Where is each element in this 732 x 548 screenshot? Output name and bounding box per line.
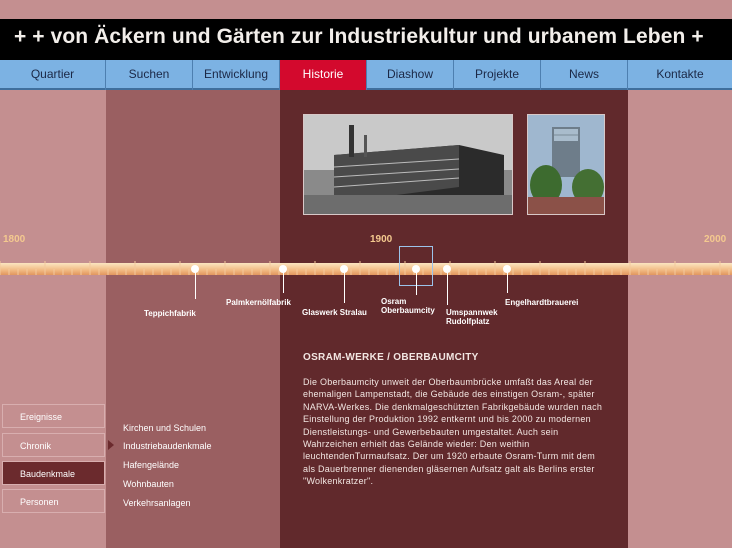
- event-label-glaswerk-stralau[interactable]: Glaswerk Stralau: [302, 308, 367, 317]
- left-menu-baudenkmale[interactable]: Baudenkmale: [2, 461, 105, 485]
- factory-photo: [303, 114, 513, 215]
- event-marker-palmkernoelfabrik[interactable]: [279, 265, 287, 273]
- tower-photo: [527, 114, 605, 215]
- article-heading: OSRAM-WERKE / OBERBAUMCITY: [303, 352, 479, 363]
- event-stem: [195, 269, 196, 299]
- event-marker-teppichfabrik[interactable]: [191, 265, 199, 273]
- event-marker-engelhardtbrauerei[interactable]: [503, 265, 511, 273]
- submenu-pointer-arrow: [108, 440, 114, 450]
- site-title: + + von Äckern und Gärten zur Industriek…: [14, 25, 704, 48]
- submenu-item-wohnbauten[interactable]: Wohnbauten: [123, 479, 174, 489]
- nav-item-entwicklung[interactable]: Entwicklung: [193, 60, 280, 90]
- nav-item-diashow[interactable]: Diashow: [367, 60, 454, 90]
- site-header: + + von Äckern und Gärten zur Industriek…: [0, 19, 732, 60]
- event-label-umspannwerk-rudolfplatz[interactable]: Umspannwek Rudolfplatz: [446, 308, 498, 326]
- left-menu-chronik[interactable]: Chronik: [2, 433, 105, 457]
- event-label-engelhardtbrauerei[interactable]: Engelhardtbrauerei: [505, 298, 578, 307]
- submenu-item-hafengelaende[interactable]: Hafengelände: [123, 460, 179, 470]
- nav-item-historie[interactable]: Historie: [280, 60, 367, 90]
- submenu-item-industriebaudenkmale[interactable]: Industriebaudenkmale: [123, 441, 212, 451]
- timeline: 1800 1900 2000 Teppichfabrik Palmkernölf…: [0, 234, 732, 335]
- nav-item-projekte[interactable]: Projekte: [454, 60, 541, 90]
- event-marker-glaswerk-stralau[interactable]: [340, 265, 348, 273]
- event-stem: [344, 269, 345, 303]
- year-2000-label: 2000: [704, 234, 727, 245]
- nav-item-quartier[interactable]: Quartier: [0, 60, 106, 90]
- nav-item-suchen[interactable]: Suchen: [106, 60, 193, 90]
- year-1900-label: 1900: [370, 234, 393, 245]
- main-nav: Quartier Suchen Entwicklung Historie Dia…: [0, 60, 732, 90]
- timeline-ticks: [0, 261, 730, 275]
- nav-item-news[interactable]: News: [541, 60, 628, 90]
- event-marker-osram-oberbaumcity[interactable]: [412, 265, 420, 273]
- submenu-item-verkehrsanlagen[interactable]: Verkehrsanlagen: [123, 498, 191, 508]
- year-1800-label: 1800: [3, 234, 26, 245]
- event-marker-umspannwerk-rudolfplatz[interactable]: [443, 265, 451, 273]
- left-menu-ereignisse[interactable]: Ereignisse: [2, 404, 105, 428]
- event-label-teppichfabrik[interactable]: Teppichfabrik: [144, 309, 196, 318]
- article: OSRAM-WERKE / OBERBAUMCITY Die Oberbaumc…: [303, 352, 603, 488]
- article-body: Die Oberbaumcity unweit der Oberbaumbrüc…: [303, 377, 603, 487]
- submenu-item-kirchen-und-schulen[interactable]: Kirchen und Schulen: [123, 423, 206, 433]
- nav-item-kontakte[interactable]: Kontakte: [628, 60, 732, 90]
- left-menu-personen[interactable]: Personen: [2, 489, 105, 513]
- event-stem: [447, 269, 448, 305]
- event-label-palmkernoelfabrik[interactable]: Palmkernölfabrik: [226, 298, 291, 307]
- event-label-osram-oberbaumcity[interactable]: Osram Oberbaumcity: [381, 297, 435, 315]
